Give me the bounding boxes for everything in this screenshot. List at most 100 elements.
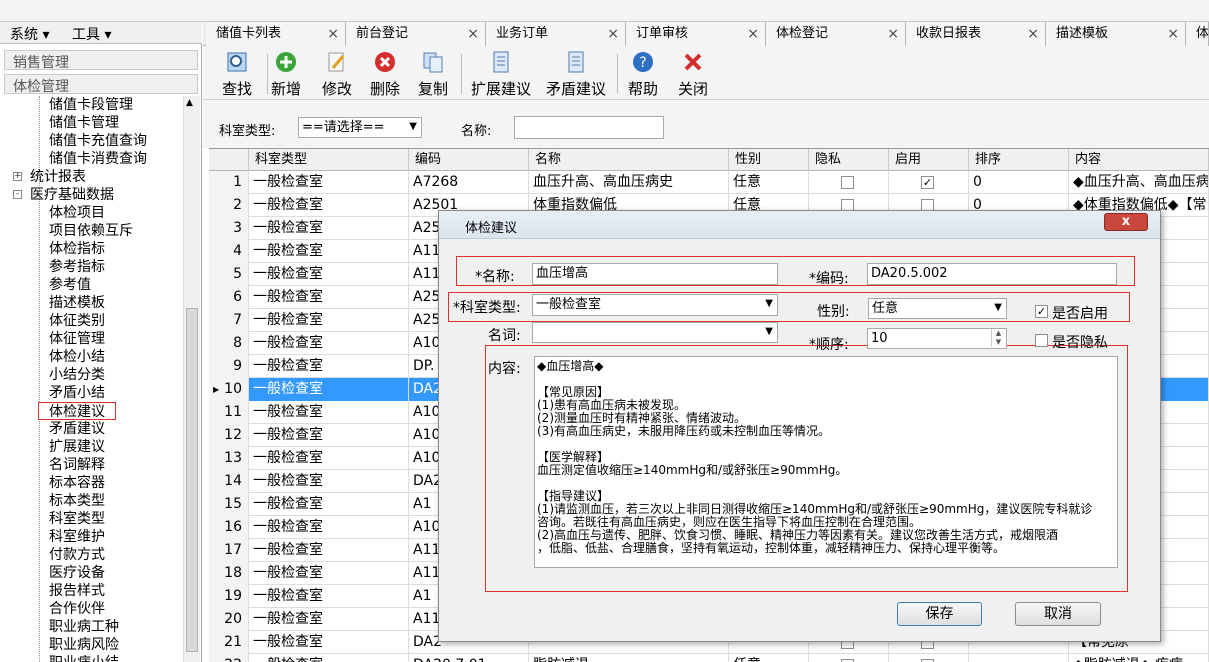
chevron-down-icon: ▼ <box>409 121 417 132</box>
code-input[interactable]: DA20.5.002 <box>867 263 1117 285</box>
help-button[interactable]: ? 帮助 <box>625 50 661 98</box>
sidebar-item[interactable]: 标本类型 <box>49 492 105 510</box>
tab-item[interactable]: 体检 <box>1186 22 1209 46</box>
private-checkbox[interactable] <box>1035 334 1048 347</box>
sidebar-item[interactable]: 医疗设备 <box>49 564 105 582</box>
column-header[interactable]: 名称 <box>529 149 729 171</box>
column-header[interactable]: 内容 <box>1069 149 1209 171</box>
close-button[interactable]: 关闭 <box>675 50 711 98</box>
content-textarea[interactable]: ◆血压增高◆ 【常见原因】 (1)患有高血压病未被发现。 (2)测量血压时有精神紧张、… <box>534 356 1118 568</box>
sidebar-item[interactable]: 体检指标 <box>49 240 105 258</box>
dialog-close-button[interactable]: x <box>1104 213 1148 231</box>
sidebar-item[interactable]: 合作伙伴 <box>49 600 105 618</box>
table-row[interactable]: 1 一般检查室 A7268 血压升高、高血压病史 任意 ✓ 0 ◆血压升高、高血压病 <box>209 171 1209 194</box>
tab-close-icon[interactable]: × <box>887 22 899 46</box>
sidebar-item[interactable]: 职业病小结 <box>49 654 119 662</box>
checkbox[interactable]: ✓ <box>921 176 934 189</box>
tab-item[interactable]: 储值卡列表 × <box>206 22 346 46</box>
sidebar-item[interactable]: 科室类型 <box>49 510 105 528</box>
sidebar-item[interactable]: 储值卡充值查询 <box>49 132 147 150</box>
sidebar-item[interactable]: 职业病风险 <box>49 636 119 654</box>
delete-button[interactable]: 删除 <box>367 50 403 98</box>
sidebar-item[interactable]: 矛盾小结 <box>49 384 105 402</box>
menu-tools[interactable]: 工具 ▾ <box>72 24 111 44</box>
copy-button[interactable]: 复制 <box>415 50 451 98</box>
expand-icon[interactable]: + <box>13 172 22 181</box>
sidebar-item[interactable]: 科室维护 <box>49 528 105 546</box>
sex-label: 性别: <box>817 304 850 320</box>
tab-close-icon[interactable]: × <box>1027 22 1039 46</box>
tab-close-icon[interactable]: × <box>607 22 619 46</box>
tab-close-icon[interactable]: × <box>1167 22 1179 46</box>
name-filter-input[interactable] <box>514 116 664 139</box>
conflict-advice-button[interactable]: 矛盾建议 <box>543 50 609 98</box>
sex-select-value: 任意 <box>872 301 899 316</box>
enabled-checkbox[interactable]: ✓ <box>1035 305 1048 318</box>
sidebar-item[interactable]: 名词解释 <box>49 456 105 474</box>
sidebar-item[interactable]: 储值卡管理 <box>49 114 119 132</box>
tab-item[interactable]: 收款日报表 × <box>906 22 1046 46</box>
sidebar-group-sales[interactable]: 销售管理 <box>4 50 198 71</box>
save-button[interactable]: 保存 <box>897 602 982 626</box>
toolbar-label: 复制 <box>417 80 448 98</box>
column-header[interactable]: 编码 <box>409 149 529 171</box>
sidebar-item[interactable]: 体检小结 <box>49 348 105 366</box>
sidebar-item[interactable]: 体检项目 <box>49 204 105 222</box>
sidebar-item[interactable]: 体检建议 <box>38 402 116 420</box>
tab-item[interactable]: 业务订单 × <box>486 22 626 46</box>
order-stepper[interactable]: 10 ▲ ▼ <box>867 328 1007 349</box>
collapse-icon[interactable]: - <box>13 190 22 199</box>
toolbar-label: 扩展建议 <box>470 80 531 98</box>
table-cell: 一般检查室 <box>249 309 409 332</box>
tab-close-icon[interactable]: × <box>747 22 759 46</box>
scroll-thumb[interactable] <box>186 308 198 652</box>
sidebar-item[interactable]: 描述模板 <box>49 294 105 312</box>
tab-item[interactable]: 订单审核 × <box>626 22 766 46</box>
table-row[interactable]: 22一般检查室DA20.7.01脂肪减退任意 ◆脂肪减退◆ 疾病 <box>209 654 1209 662</box>
dept-select[interactable]: 一般检查室 ▼ <box>532 294 778 316</box>
tab-item[interactable]: 描述模板 × <box>1046 22 1186 46</box>
column-header[interactable]: 排序 <box>969 149 1069 171</box>
sidebar-item[interactable]: 储值卡消费查询 <box>49 150 147 168</box>
sidebar-item[interactable]: 参考指标 <box>49 258 105 276</box>
sidebar-item[interactable]: 医疗基础数据 <box>30 186 114 204</box>
column-header[interactable]: 性别 <box>729 149 809 171</box>
sidebar-item[interactable]: 统计报表 <box>30 168 86 186</box>
sidebar-item[interactable]: 矛盾建议 <box>49 420 105 438</box>
sidebar-item[interactable]: 报告样式 <box>49 582 105 600</box>
sidebar-item[interactable]: 职业病工种 <box>49 618 119 636</box>
sidebar-group-exam[interactable]: 体检管理 <box>4 74 198 95</box>
column-header[interactable]: 启用 <box>889 149 969 171</box>
table-cell: 一般检查室 <box>249 240 409 263</box>
tab-item[interactable]: 体检登记 × <box>766 22 906 46</box>
extend-advice-button[interactable]: 扩展建议 <box>467 50 535 98</box>
name-input[interactable]: 血压增高 <box>532 263 778 285</box>
tab-close-icon[interactable]: × <box>327 22 339 46</box>
cancel-button[interactable]: 取消 <box>1015 602 1101 626</box>
sidebar-item[interactable]: 小结分类 <box>49 366 105 384</box>
sidebar-item[interactable]: 付款方式 <box>49 546 105 564</box>
sidebar-item[interactable]: 储值卡段管理 <box>49 96 133 114</box>
sex-select[interactable]: 任意 ▼ <box>868 298 1007 319</box>
term-select[interactable]: ▼ <box>532 322 778 343</box>
tab-close-icon[interactable]: × <box>467 22 479 46</box>
add-button[interactable]: 新增 <box>268 50 304 98</box>
column-header[interactable]: 科室类型 <box>249 149 409 171</box>
sidebar-item[interactable]: 体征类别 <box>49 312 105 330</box>
scroll-up-arrow-icon[interactable]: ▲ <box>186 98 193 108</box>
sidebar-item[interactable]: 体征管理 <box>49 330 105 348</box>
sidebar-item[interactable]: 参考值 <box>49 276 91 294</box>
column-header[interactable]: 隐私 <box>809 149 889 171</box>
delete-icon <box>373 50 397 74</box>
menu-system[interactable]: 系统 ▾ <box>10 24 49 44</box>
sidebar-item[interactable]: 项目依赖互斥 <box>49 222 133 240</box>
tab-item[interactable]: 前台登记 × <box>346 22 486 46</box>
search-button[interactable]: 查找 <box>219 50 255 98</box>
checkbox[interactable] <box>841 176 854 189</box>
sidebar-item[interactable]: 扩展建议 <box>49 438 105 456</box>
spinner-arrows-icon[interactable]: ▲ ▼ <box>991 329 1005 347</box>
sidebar-item[interactable]: 标本容器 <box>49 474 105 492</box>
edit-button[interactable]: 修改 <box>319 50 355 98</box>
sidebar-scrollbar[interactable]: ▲ <box>183 96 200 662</box>
dept-type-select[interactable]: ==请选择== ▼ <box>298 117 422 138</box>
